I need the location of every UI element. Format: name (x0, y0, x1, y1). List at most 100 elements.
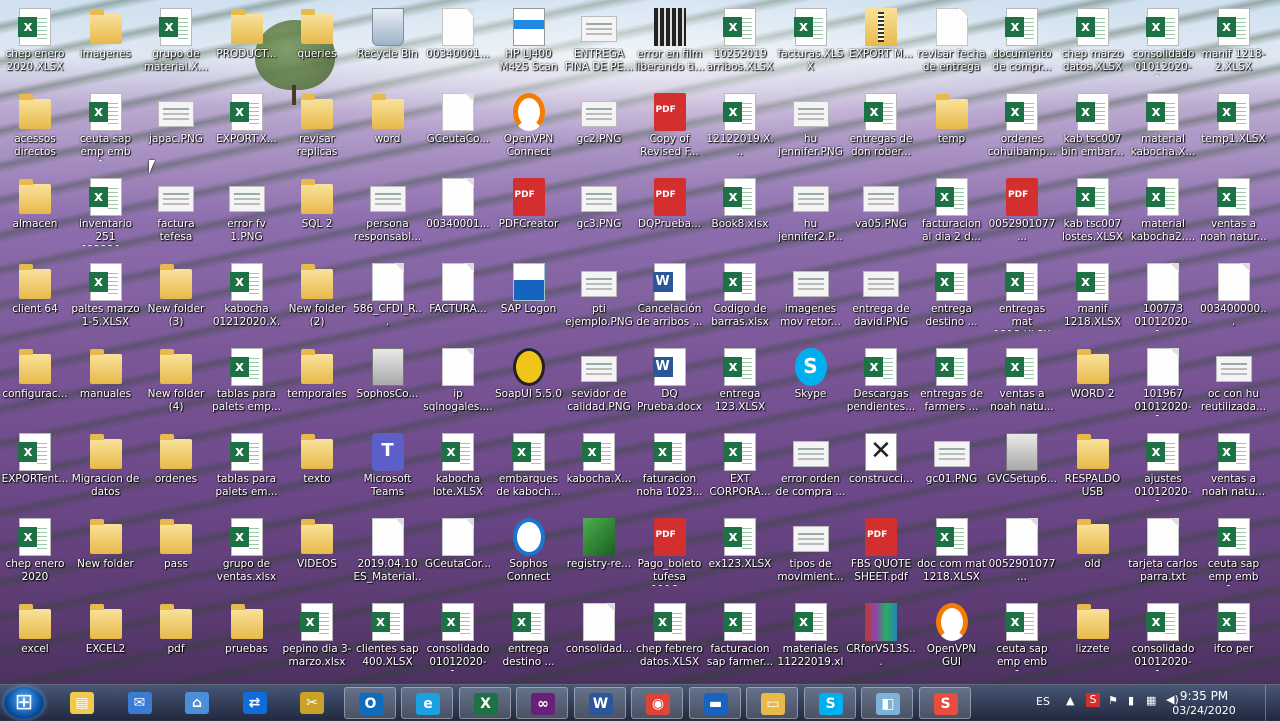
taskbar-button[interactable]: ◉ (631, 687, 683, 719)
desktop-icon[interactable]: grupo de material.X... (141, 4, 211, 86)
desktop-icon[interactable]: persona responsabl... (353, 174, 423, 256)
desktop-icon[interactable]: chep enero 2020.XLSX (0, 4, 70, 86)
desktop-icon[interactable]: 10252019 arribos.XLSX (705, 4, 775, 86)
desktop-icon[interactable]: temp1.XLSX (1199, 89, 1269, 171)
desktop-icon[interactable]: DQ Prueba.docx (635, 344, 705, 426)
desktop-icon[interactable]: paltes marzo 1-5.XLSX (71, 259, 141, 341)
desktop-icon[interactable]: EXPORT.X... (212, 89, 282, 171)
desktop-icon[interactable]: tipos de movimient... (776, 514, 846, 596)
desktop-icon[interactable]: Migracion de datos (71, 429, 141, 511)
desktop-icon[interactable]: Skype (776, 344, 846, 426)
desktop-icon[interactable]: manuales (71, 344, 141, 426)
desktop-icon[interactable]: 003400000... (1199, 259, 1269, 341)
desktop-icon[interactable]: kabocha.X... (564, 429, 634, 511)
desktop-icon[interactable]: ventas a noah natu... (1199, 429, 1269, 511)
desktop-icon[interactable]: ordenes (141, 429, 211, 511)
desktop-icon[interactable]: old (1058, 514, 1128, 596)
network-tray-icon[interactable]: ▦ (1146, 694, 1156, 707)
taskbar-button[interactable]: ∞ (516, 687, 568, 719)
desktop-icon[interactable]: pruebas (212, 599, 282, 681)
desktop-icon[interactable]: facturacion al dia 2 d... (917, 174, 987, 256)
desktop-icon[interactable]: acessos directos (0, 89, 70, 171)
desktop-icon[interactable]: DQPrueba... (635, 174, 705, 256)
language-indicator[interactable]: ES (1036, 695, 1050, 708)
desktop-icon[interactable]: ordenes cohuibamp... (987, 89, 1057, 171)
desktop-icon[interactable]: entrega de david.PNG (846, 259, 916, 341)
desktop-icon[interactable]: ventas a noah natur... (1199, 174, 1269, 256)
taskbar-button[interactable]: S (918, 687, 971, 719)
desktop-icon[interactable]: Microsoft Teams (353, 429, 423, 511)
desktop-icon[interactable]: FBS QUOTE SHEET.pdf (846, 514, 916, 596)
desktop-icon[interactable]: manif 1218.XLSX (1058, 259, 1128, 341)
desktop-icon[interactable]: EXPORT M... (846, 4, 916, 86)
taskbar-button[interactable]: X (458, 687, 511, 719)
desktop-icon[interactable]: facturas.XLSX (776, 4, 846, 86)
desktop-icon[interactable]: SQL 2 (282, 174, 352, 256)
desktop-icon[interactable]: doc com mat 1218.XLSX (917, 514, 987, 596)
desktop-icon[interactable]: facturacion sap farmer... (705, 599, 775, 681)
taskbar-button[interactable]: ✂ (286, 687, 338, 719)
desktop-icon[interactable]: error orden de compra ... (776, 429, 846, 511)
desktop-icon[interactable]: error en film liberando ti... (635, 4, 705, 86)
desktop-icon[interactable]: revisar replicas (282, 89, 352, 171)
taskbar-button[interactable]: ⌂ (171, 687, 223, 719)
desktop-icon[interactable]: japac.PNG (141, 89, 211, 171)
desktop-icon[interactable]: Book8.xlsx (705, 174, 775, 256)
desktop-icon[interactable]: pass (141, 514, 211, 596)
desktop-icon[interactable]: FACTURA... (423, 259, 493, 341)
taskbar-button[interactable]: e (401, 687, 453, 719)
desktop-icon[interactable]: ventas a noah natu... (987, 344, 1057, 426)
desktop-icon[interactable]: Recycle Bin (353, 4, 423, 86)
desktop-icon[interactable]: texto (282, 429, 352, 511)
desktop-icon[interactable]: GCeutaCor... (423, 514, 493, 596)
desktop-icon[interactable]: va05.PNG (846, 174, 916, 256)
clock-time[interactable]: 9:35 PM (1164, 689, 1244, 703)
desktop-icon[interactable]: oc con hu reutilizada... (1199, 344, 1269, 426)
taskbar-button[interactable]: ▬ (688, 687, 741, 719)
desktop-icon[interactable]: 0052901077... (987, 514, 1057, 596)
desktop-icon[interactable]: imagenes (71, 4, 141, 86)
desktop-icon[interactable]: OpenVPN Connect (494, 89, 564, 171)
desktop-icon[interactable]: 100773 01012020-1... (1128, 259, 1198, 341)
desktop-icon[interactable]: chep febrero datos.XLSX (635, 599, 705, 681)
taskbar-button[interactable]: ▤ (56, 687, 108, 719)
desktop-icon[interactable]: entregas mat 1218.XLSX (987, 259, 1057, 341)
desktop-icon[interactable]: client 64 (0, 259, 70, 341)
action-center-icon[interactable]: ⚑ (1108, 694, 1118, 707)
desktop-icon[interactable]: kab tsc007 bin embar... (1058, 89, 1128, 171)
desktop-icon[interactable]: hu jennifer.PNG (776, 89, 846, 171)
taskbar-button[interactable]: ⇄ (229, 687, 281, 719)
desktop-icon[interactable]: New folder (71, 514, 141, 596)
desktop-icon[interactable]: SAP Logon (494, 259, 564, 341)
desktop-icon[interactable]: queries (282, 4, 352, 86)
desktop-icon[interactable]: consolidado 01012020-1... (1128, 4, 1198, 86)
desktop-icon[interactable]: word (353, 89, 423, 171)
show-desktop-button[interactable] (1265, 685, 1280, 721)
desktop-icon[interactable]: EXCEL2 (71, 599, 141, 681)
desktop-icon[interactable]: configurac... (0, 344, 70, 426)
start-button[interactable] (4, 687, 44, 719)
desktop-icon[interactable]: sevidor de calidad.PNG (564, 344, 634, 426)
desktop-icon[interactable]: VIDEOS (282, 514, 352, 596)
desktop-icon[interactable]: New folder (3) (141, 259, 211, 341)
desktop-icon[interactable]: registry-re... (564, 514, 634, 596)
signal-icon[interactable]: ▮ (1128, 694, 1134, 707)
desktop-icon[interactable]: SophosCo... (353, 344, 423, 426)
desktop-icon[interactable]: manif 1218-2.XLSX (1199, 4, 1269, 86)
desktop-icon[interactable]: ceuta sap emp emb 0... (987, 599, 1057, 681)
desktop-icon[interactable]: gc2.PNG (564, 89, 634, 171)
taskbar-button[interactable]: W (573, 687, 626, 719)
desktop-icon[interactable]: EXPORTent... (0, 429, 70, 511)
desktop-icon[interactable]: entrega 123.XLSX (705, 344, 775, 426)
desktop-icon[interactable]: Descargas pendientes... (846, 344, 916, 426)
desktop-icon[interactable]: pti ejemplo.PNG (564, 259, 634, 341)
desktop-icon[interactable]: ex123.XLSX (705, 514, 775, 596)
desktop-icon[interactable]: pepino dia 3-marzo.xlsx (282, 599, 352, 681)
desktop-icon[interactable]: 2019.04.10 ES_Material... (353, 514, 423, 596)
desktop-icon[interactable]: documento de compr... (987, 4, 1057, 86)
desktop-icon[interactable]: materiales 11222019.xls (776, 599, 846, 681)
desktop-icon[interactable]: clientes sap 400.XLSX (353, 599, 423, 681)
desktop-icon[interactable]: consolidado 01012020-1... (423, 599, 493, 681)
desktop-icon[interactable]: inventario 251 022220... (71, 174, 141, 256)
desktop-icon[interactable]: entrega destino ... (494, 599, 564, 681)
